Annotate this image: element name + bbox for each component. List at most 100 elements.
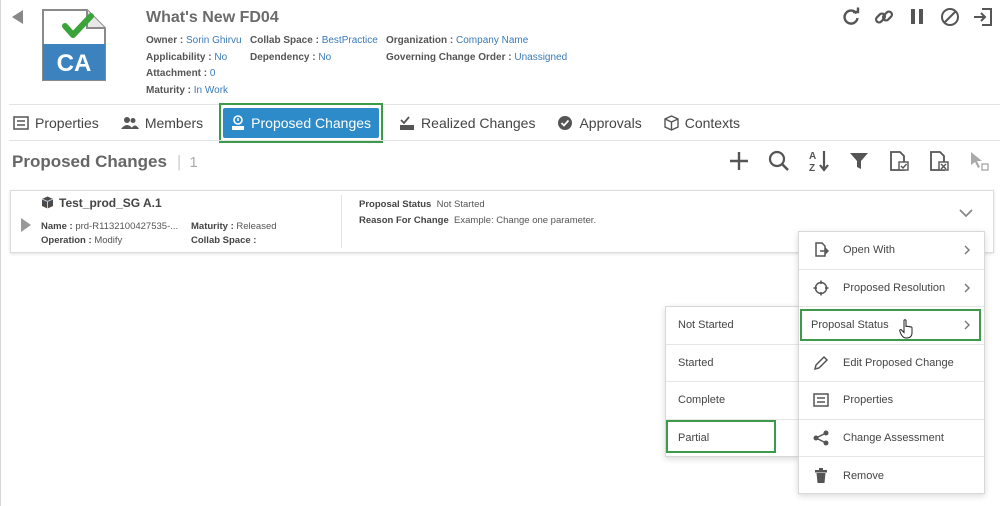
applicability-link[interactable]: No (214, 52, 227, 63)
chevron-right-icon (964, 245, 970, 258)
refresh-icon[interactable] (840, 6, 862, 28)
approvals-icon (558, 116, 573, 130)
dependency-link[interactable]: No (318, 52, 331, 63)
document-remove-icon[interactable] (926, 148, 952, 174)
link-icon[interactable] (873, 6, 895, 28)
status-option-label: Not Started (678, 319, 734, 332)
search-icon[interactable] (766, 148, 792, 174)
card-collab-space-field: Collab Space : (191, 235, 257, 246)
members-icon (120, 117, 139, 129)
tab-label: Properties (35, 115, 99, 131)
tab-label: Proposed Changes (251, 115, 372, 131)
menu-item-properties[interactable]: Properties (799, 382, 984, 420)
menu-item-label: Change Assessment (843, 431, 944, 444)
menu-item-label: Proposal Status (811, 319, 889, 332)
change-action-icon: CA (39, 8, 109, 82)
menu-item-proposal-status[interactable]: Proposal Status (799, 307, 984, 345)
properties-icon (813, 393, 829, 407)
status-option-started[interactable]: Started (666, 345, 798, 382)
tab-proposed-changes[interactable]: Proposed Changes (219, 103, 384, 143)
contexts-icon (664, 115, 679, 131)
menu-item-label: Remove (843, 469, 884, 482)
back-button[interactable] (12, 10, 23, 24)
realized-changes-icon (400, 116, 415, 130)
collab-space-field: Collab Space : BestPractice (250, 35, 378, 46)
menu-item-label: Edit Proposed Change (843, 356, 954, 369)
dependency-field: Dependency : No (250, 52, 332, 63)
attachment-link[interactable]: 0 (210, 68, 216, 79)
proposal-status-field: Proposal Status Not Started (359, 199, 485, 210)
attachment-field: Attachment : 0 (146, 68, 216, 79)
organization-link[interactable]: Company Name (456, 35, 528, 46)
header-actions (840, 6, 994, 28)
tab-label: Contexts (684, 115, 740, 131)
proposed-resolution-icon (813, 280, 829, 296)
status-option-label: Partial (678, 432, 710, 445)
select-cursor-icon[interactable] (966, 148, 992, 174)
reason-for-change-field: Reason For Change Example: Change one pa… (359, 215, 597, 226)
tab-label: Members (144, 115, 204, 131)
part-icon (41, 196, 54, 214)
app-frame: CA What's New FD04 Owner : Sorin Ghirvu … (0, 0, 1000, 506)
menu-item-edit-proposed-change[interactable]: Edit Proposed Change (799, 345, 984, 382)
status-option-partial[interactable]: Partial (666, 420, 798, 458)
tab-properties[interactable]: Properties (13, 109, 99, 137)
tab-label: Approvals (579, 115, 642, 131)
owner-link[interactable]: Sorin Ghirvu (186, 35, 242, 46)
card-operation-field: Operation : Modify (41, 235, 123, 246)
status-option-complete[interactable]: Complete (666, 382, 798, 420)
page-title: What's New FD04 (146, 9, 279, 26)
menu-item-change-assessment[interactable]: Change Assessment (799, 420, 984, 457)
tab-realized-changes[interactable]: Realized Changes (399, 109, 535, 137)
hand-cursor-icon (899, 319, 915, 342)
owner-field: Owner : Sorin Ghirvu (146, 35, 242, 46)
filter-icon[interactable] (846, 148, 872, 174)
menu-item-label: Proposed Resolution (843, 281, 946, 294)
card-divider (341, 195, 342, 248)
maturity-field: Maturity : In Work (146, 85, 229, 96)
pencil-icon (813, 355, 829, 370)
applicability-field: Applicability : No (146, 52, 228, 63)
section-title-text: Proposed Changes (12, 152, 167, 171)
open-with-icon (815, 242, 829, 257)
section-toolbar: AZ (726, 148, 992, 174)
exit-icon[interactable] (972, 6, 994, 28)
cancel-icon[interactable] (939, 6, 961, 28)
proposed-changes-icon (232, 115, 245, 130)
add-icon[interactable] (726, 148, 752, 174)
maturity-link[interactable]: In Work (194, 85, 228, 96)
svg-text:A: A (809, 151, 816, 162)
svg-text:Z: Z (809, 163, 815, 173)
status-option-label: Started (678, 356, 714, 369)
header-divider (9, 104, 1000, 105)
governing-change-order-link[interactable]: Unassigned (514, 52, 567, 63)
sort-icon[interactable]: AZ (806, 148, 832, 174)
trash-icon (815, 467, 827, 483)
tabs-divider (9, 140, 1000, 141)
tab-contexts[interactable]: Contexts (664, 109, 740, 137)
section-title: Proposed Changes | 1 (12, 152, 198, 171)
tab-members[interactable]: Members (120, 109, 204, 137)
chevron-down-icon[interactable] (959, 205, 973, 223)
tab-bar: Properties Members Proposed Changes Real… (13, 103, 762, 143)
status-option-label: Complete (678, 394, 726, 407)
context-menu: Open With Proposed Resolution Proposal S… (798, 231, 985, 494)
chevron-right-icon (964, 320, 970, 333)
ca-badge-text: CA (57, 50, 92, 77)
card-title[interactable]: Test_prod_SG A.1 (59, 196, 162, 210)
menu-item-open-with[interactable]: Open With (799, 232, 984, 270)
expand-toggle[interactable] (21, 218, 31, 232)
menu-item-remove[interactable]: Remove (799, 457, 984, 495)
menu-item-label: Open With (843, 244, 895, 257)
organization-field: Organization : Company Name (386, 35, 529, 46)
card-maturity-field: Maturity : Released (191, 221, 277, 232)
tab-label: Realized Changes (421, 115, 536, 131)
menu-item-label: Properties (843, 394, 894, 407)
tab-approvals[interactable]: Approvals (557, 109, 642, 137)
menu-item-proposed-resolution[interactable]: Proposed Resolution (799, 270, 984, 307)
collab-space-link[interactable]: BestPractice (322, 35, 378, 46)
section-count: 1 (189, 154, 198, 171)
document-check-icon[interactable] (886, 148, 912, 174)
pause-icon[interactable] (906, 6, 928, 28)
status-option-not-started[interactable]: Not Started (666, 307, 798, 345)
